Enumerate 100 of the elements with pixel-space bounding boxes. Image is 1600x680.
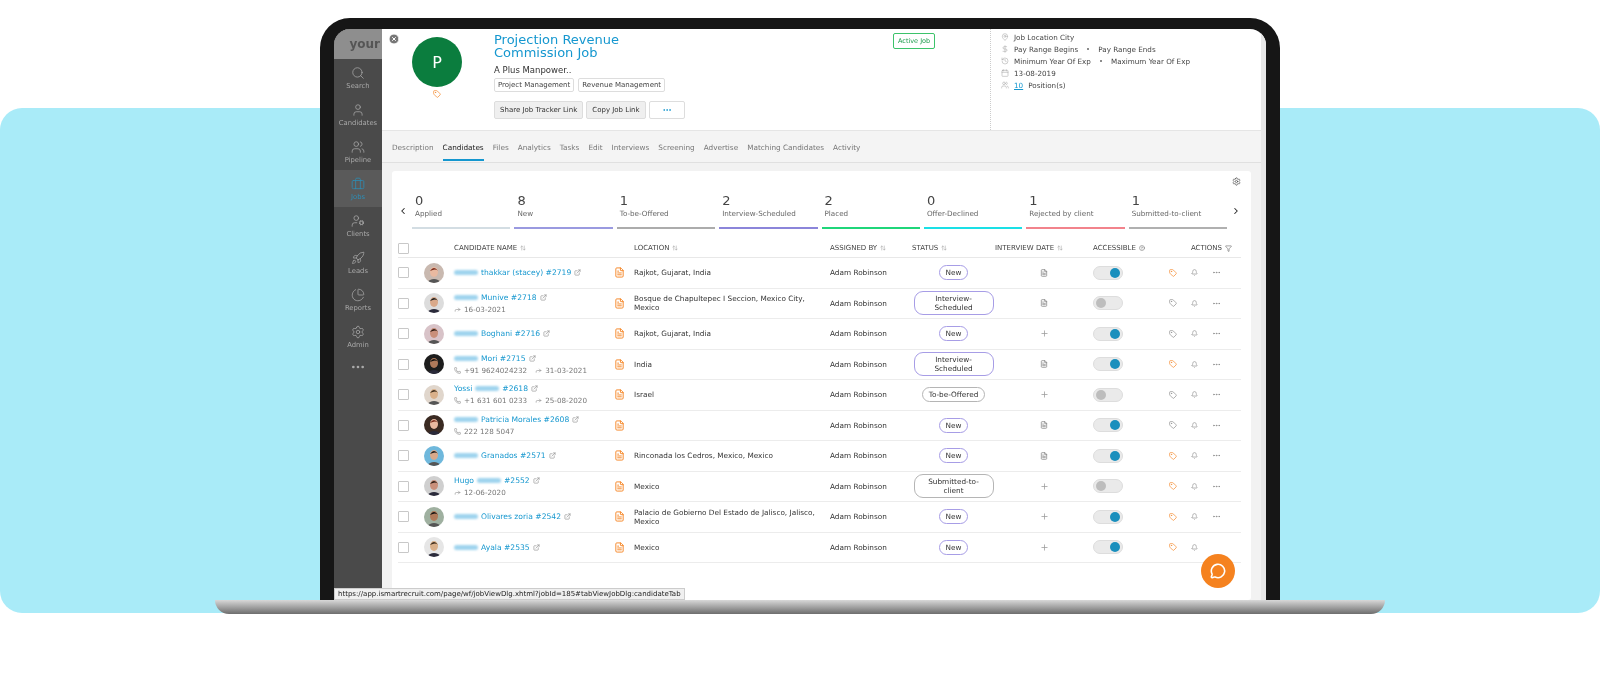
external-link-icon[interactable] — [572, 415, 580, 423]
document-icon[interactable] — [1040, 299, 1048, 308]
resume-icon[interactable] — [614, 511, 625, 523]
external-link-icon[interactable] — [543, 330, 551, 338]
document-icon[interactable] — [1040, 451, 1048, 460]
job-title: Projection Revenue Commission Job — [494, 33, 621, 59]
bell-icon[interactable] — [1191, 330, 1198, 338]
accessible-toggle[interactable] — [1093, 448, 1123, 463]
external-link-icon[interactable] — [531, 385, 538, 393]
accessible-toggle[interactable] — [1093, 387, 1123, 402]
row-checkbox[interactable] — [398, 389, 409, 401]
tag-icon[interactable] — [1169, 329, 1177, 338]
resume-icon[interactable] — [614, 480, 625, 492]
bell-icon[interactable] — [1191, 452, 1198, 460]
document-icon[interactable] — [1040, 268, 1048, 277]
accessible-toggle[interactable] — [1093, 509, 1123, 524]
resume-icon[interactable] — [614, 358, 625, 370]
accessible-toggle[interactable] — [1093, 326, 1123, 341]
tag-icon[interactable] — [1169, 360, 1177, 369]
accessible-toggle[interactable] — [1093, 265, 1123, 280]
external-link-icon[interactable] — [539, 293, 547, 301]
bell-icon[interactable] — [1191, 299, 1198, 307]
close-icon[interactable] — [388, 33, 400, 45]
bell-icon[interactable] — [1191, 421, 1198, 429]
resume-icon[interactable] — [614, 541, 625, 553]
sort-icon[interactable] — [1057, 245, 1064, 251]
add-icon[interactable] — [1039, 390, 1049, 400]
resume-icon[interactable] — [614, 450, 625, 462]
tag-icon[interactable] — [1169, 512, 1177, 521]
tag-icon[interactable] — [1169, 543, 1177, 552]
previous-icon[interactable] — [398, 206, 408, 216]
tag-icon[interactable] — [1169, 451, 1177, 460]
accessible-toggle[interactable] — [1093, 540, 1123, 555]
resume-icon[interactable] — [614, 419, 625, 431]
company-avatar: P — [412, 37, 462, 87]
external-link-icon[interactable] — [574, 269, 582, 277]
add-icon[interactable] — [1039, 329, 1049, 339]
gear-icon — [351, 324, 365, 339]
accessible-toggle[interactable] — [1093, 357, 1123, 372]
row-checkbox[interactable] — [398, 297, 409, 309]
blurred-text — [475, 386, 500, 392]
phone-icon — [454, 366, 461, 374]
select-all-checkbox[interactable] — [398, 242, 409, 254]
bell-icon[interactable] — [1191, 482, 1198, 490]
resume-icon[interactable] — [614, 389, 625, 401]
next-icon[interactable] — [1231, 206, 1241, 216]
tag-icon[interactable] — [1169, 482, 1177, 491]
stat-count: 1 — [619, 193, 630, 208]
external-link-icon[interactable] — [528, 354, 536, 362]
help-icon[interactable] — [1138, 245, 1145, 251]
row-checkbox[interactable] — [398, 480, 409, 492]
sort-icon[interactable] — [672, 245, 679, 251]
resume-icon[interactable] — [614, 328, 625, 340]
phone-icon — [454, 427, 461, 435]
sort-icon[interactable] — [520, 245, 527, 251]
row-checkbox[interactable] — [398, 511, 409, 523]
add-icon[interactable] — [1039, 542, 1049, 552]
document-icon[interactable] — [1040, 421, 1048, 430]
row-checkbox[interactable] — [398, 358, 409, 370]
document-icon[interactable] — [1040, 360, 1048, 369]
accessible-toggle[interactable] — [1093, 418, 1123, 433]
external-link-icon[interactable] — [532, 543, 540, 551]
tag-icon[interactable] — [1169, 299, 1177, 308]
briefcase-icon — [351, 176, 365, 191]
accessible-toggle[interactable] — [1093, 296, 1123, 311]
resume-icon[interactable] — [614, 297, 625, 309]
logo: your — [334, 29, 382, 59]
bell-icon[interactable] — [1191, 513, 1198, 521]
sort-icon[interactable] — [880, 245, 887, 251]
row-checkbox[interactable] — [398, 419, 409, 431]
bell-icon[interactable] — [1191, 391, 1198, 399]
tag-icon[interactable] — [1169, 421, 1177, 430]
accessible-toggle[interactable] — [1093, 479, 1123, 494]
stat-count: 1 — [1029, 193, 1039, 208]
forward-icon — [535, 397, 543, 405]
tag-icon[interactable] — [433, 90, 441, 98]
external-link-icon[interactable] — [563, 513, 571, 521]
tag-icon[interactable] — [1169, 390, 1177, 399]
bell-icon[interactable] — [1191, 269, 1198, 277]
external-link-icon[interactable] — [532, 476, 540, 484]
filter-icon[interactable] — [1225, 244, 1232, 252]
stat-count: 8 — [517, 193, 527, 208]
more-button[interactable] — [648, 101, 685, 119]
row-checkbox[interactable] — [398, 450, 409, 462]
settings-icon[interactable] — [1232, 177, 1241, 186]
calendar-icon — [1001, 69, 1009, 77]
bell-icon[interactable] — [1191, 543, 1198, 551]
row-checkbox[interactable] — [398, 328, 409, 340]
rocket-icon — [351, 250, 365, 265]
bell-icon[interactable] — [1191, 360, 1198, 368]
sort-icon[interactable] — [941, 245, 948, 251]
external-link-icon[interactable] — [548, 452, 556, 460]
add-icon[interactable] — [1039, 481, 1049, 491]
blurred-text — [454, 331, 478, 337]
tag-icon[interactable] — [1169, 268, 1177, 277]
add-icon[interactable] — [1039, 512, 1049, 522]
row-checkbox[interactable] — [398, 267, 409, 279]
row-checkbox[interactable] — [398, 541, 409, 553]
resume-icon[interactable] — [614, 267, 625, 279]
person-gear-icon — [351, 213, 365, 228]
